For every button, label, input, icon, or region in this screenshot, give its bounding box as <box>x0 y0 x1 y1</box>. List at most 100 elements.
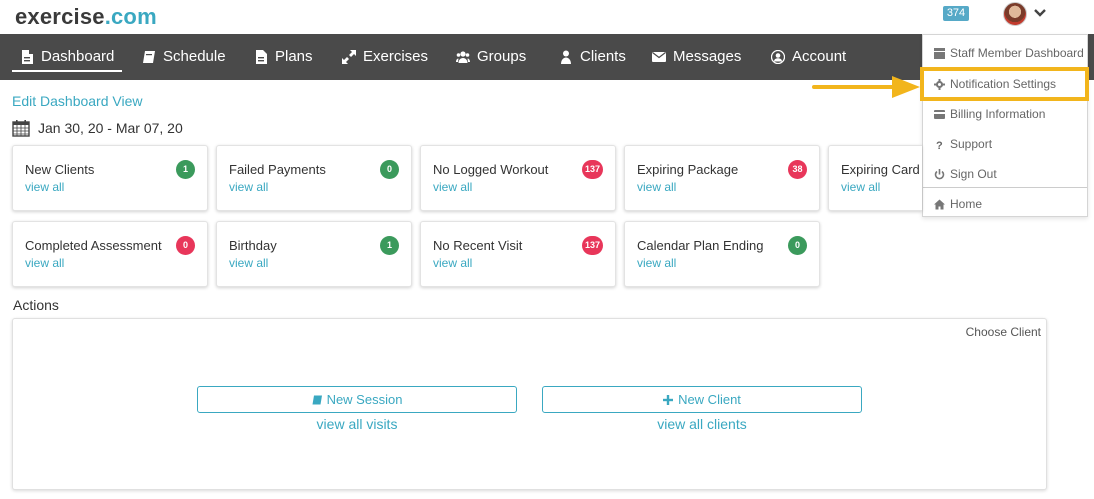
user-circle-icon <box>771 50 785 64</box>
new-session-button[interactable]: New Session <box>197 386 517 413</box>
actions-heading: Actions <box>13 297 59 313</box>
card-no-logged-workout[interactable]: No Logged Workout view all 137 <box>420 145 616 211</box>
date-range-text: Jan 30, 20 - Mar 07, 20 <box>38 120 183 136</box>
card-completed-assessment[interactable]: Completed Assessment view all 0 <box>12 221 208 287</box>
view-all-link[interactable]: view all <box>229 180 268 194</box>
choose-client-link[interactable]: Choose Client <box>966 325 1041 339</box>
menu-item-label: Staff Member Dashboard <box>950 46 1084 60</box>
count-badge: 38 <box>788 160 807 179</box>
document-icon <box>22 50 33 64</box>
nav-item-dashboard[interactable]: Dashboard <box>11 34 123 80</box>
account-dropdown-menu: Staff Member Dashboard Notification Sett… <box>922 34 1088 217</box>
card-birthday[interactable]: Birthday view all 1 <box>216 221 412 287</box>
card-title: Failed Payments <box>229 162 326 177</box>
card-expiring-card[interactable]: Expiring Card view all <box>828 145 922 211</box>
card-no-recent-visit[interactable]: No Recent Visit view all 137 <box>420 221 616 287</box>
document-icon <box>256 50 267 64</box>
card-title: No Logged Workout <box>433 162 549 177</box>
power-icon <box>934 168 945 179</box>
view-all-link[interactable]: view all <box>433 256 472 270</box>
card-title: Birthday <box>229 238 277 253</box>
users-icon <box>456 51 470 63</box>
nav-item-exercises[interactable]: Exercises <box>342 34 428 80</box>
count-badge: 1 <box>176 160 195 179</box>
card-title: No Recent Visit <box>433 238 523 253</box>
svg-text:?: ? <box>936 140 943 150</box>
highlight-box <box>920 67 1089 101</box>
button-label: New Client <box>678 392 741 407</box>
card-new-clients[interactable]: New Clients view all 1 <box>12 145 208 211</box>
count-badge: 0 <box>788 236 807 255</box>
edit-dashboard-link[interactable]: Edit Dashboard View <box>12 93 142 109</box>
card-title: Expiring Card <box>841 162 920 177</box>
card-title: Calendar Plan Ending <box>637 238 764 253</box>
envelope-icon <box>652 52 666 62</box>
nav-label: Exercises <box>363 48 429 65</box>
menu-item-sign-out[interactable]: Sign Out <box>923 160 1087 188</box>
view-all-link[interactable]: view all <box>229 256 268 270</box>
nav-label: Plans <box>275 48 313 65</box>
count-badge: 0 <box>380 160 399 179</box>
card-calendar-plan-ending[interactable]: Calendar Plan Ending view all 0 <box>624 221 820 287</box>
logo[interactable]: exercise.com <box>15 4 157 30</box>
nav-label: Messages <box>673 48 742 65</box>
count-badge: 137 <box>581 236 603 255</box>
nav-label: Clients <box>580 48 626 65</box>
count-badge: 0 <box>176 236 195 255</box>
card-title: New Clients <box>25 162 95 177</box>
book-icon <box>312 395 322 404</box>
menu-item-label: Sign Out <box>950 167 997 181</box>
view-all-visits-link[interactable]: view all visits <box>197 416 517 432</box>
plus-icon <box>663 394 674 405</box>
nav-item-messages[interactable]: Messages <box>652 34 741 80</box>
menu-divider <box>923 187 1087 188</box>
view-all-link[interactable]: view all <box>637 256 676 270</box>
menu-item-label: Billing Information <box>950 107 1046 121</box>
actions-panel: Choose Client New Session view all visit… <box>12 318 1047 490</box>
nav-label: Account <box>792 48 847 65</box>
logo-text-main: exercise <box>15 4 105 29</box>
card-failed-payments[interactable]: Failed Payments view all 0 <box>216 145 412 211</box>
user-icon <box>561 50 571 64</box>
menu-item-billing[interactable]: Billing Information <box>923 100 1087 128</box>
book-icon <box>143 51 155 63</box>
credit-card-icon <box>934 109 945 119</box>
nav-item-plans[interactable]: Plans <box>254 34 313 80</box>
dashboard-icon <box>934 47 945 59</box>
logo-text-domain: .com <box>104 4 157 29</box>
top-bar: exercise.com 374 <box>0 0 1094 34</box>
card-title: Completed Assessment <box>25 238 162 253</box>
menu-item-support[interactable]: ? Support <box>923 130 1087 158</box>
view-all-link[interactable]: view all <box>25 180 64 194</box>
view-all-link[interactable]: view all <box>637 180 676 194</box>
avatar[interactable] <box>1003 2 1027 26</box>
menu-item-label: Support <box>950 137 993 151</box>
arrow-right-icon <box>812 76 920 98</box>
count-badge: 1 <box>380 236 399 255</box>
view-all-link[interactable]: view all <box>25 256 64 270</box>
count-badge: 137 <box>581 160 603 179</box>
home-icon <box>934 199 945 209</box>
menu-item-home[interactable]: Home <box>923 190 1087 218</box>
card-expiring-package[interactable]: Expiring Package view all 38 <box>624 145 820 211</box>
arrows-expand-icon <box>342 50 356 64</box>
calendar-icon <box>12 120 30 137</box>
chevron-down-icon[interactable] <box>1033 6 1047 20</box>
nav-item-groups[interactable]: Groups <box>456 34 526 80</box>
view-all-link[interactable]: view all <box>433 180 472 194</box>
view-all-clients-link[interactable]: view all clients <box>542 416 862 432</box>
nav-item-clients[interactable]: Clients <box>559 34 626 80</box>
nav-label: Schedule <box>163 48 226 65</box>
menu-item-staff-dashboard[interactable]: Staff Member Dashboard <box>923 39 1087 67</box>
notification-count-badge[interactable]: 374 <box>943 6 969 21</box>
nav-item-schedule[interactable]: Schedule <box>142 34 226 80</box>
nav-label: Dashboard <box>41 48 115 65</box>
new-client-button[interactable]: New Client <box>542 386 862 413</box>
button-label: New Session <box>326 392 403 407</box>
question-icon: ? <box>936 140 943 150</box>
menu-item-label: Home <box>950 197 983 211</box>
nav-label: Groups <box>477 48 527 65</box>
card-title: Expiring Package <box>637 162 739 177</box>
date-range-picker[interactable]: Jan 30, 20 - Mar 07, 20 <box>12 119 183 137</box>
view-all-link[interactable]: view all <box>841 180 880 194</box>
